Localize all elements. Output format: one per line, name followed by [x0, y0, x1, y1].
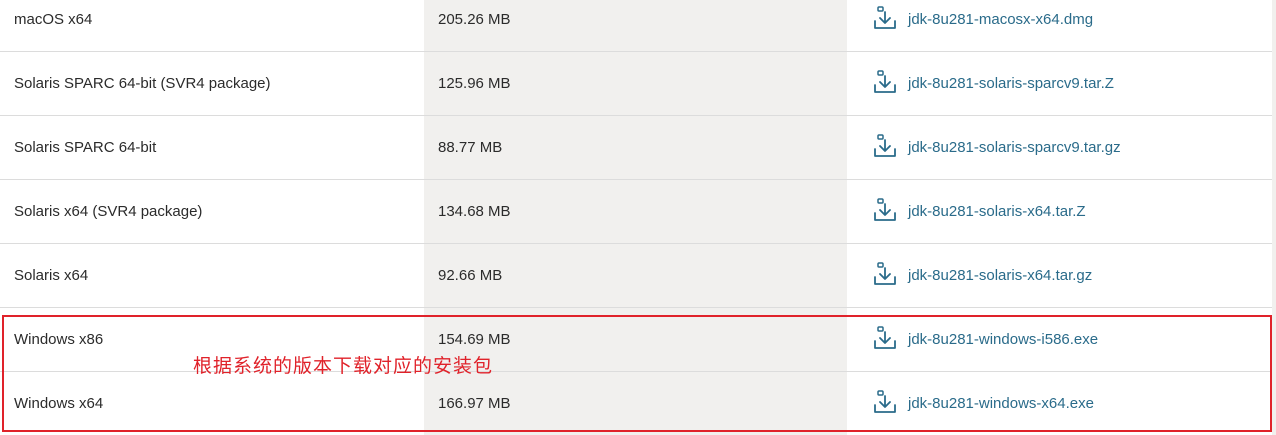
download-filename: jdk-8u281-macosx-x64.dmg — [908, 10, 1094, 28]
download-link[interactable]: jdk-8u281-solaris-x64.tar.gz — [872, 243, 1272, 307]
download-icon — [874, 262, 896, 285]
download-icon — [874, 198, 896, 221]
download-icon — [874, 390, 896, 413]
download-filename: jdk-8u281-windows-x64.exe — [908, 394, 1094, 412]
download-filename: jdk-8u281-solaris-x64.tar.gz — [908, 266, 1093, 284]
table-row: Solaris x64 (SVR4 package) 134.68 MB jdk… — [0, 179, 1272, 244]
download-link[interactable]: jdk-8u281-solaris-sparcv9.tar.Z — [872, 51, 1272, 115]
table-row: macOS x64 205.26 MB jdk-8u281-macosx-x64… — [0, 0, 1272, 52]
download-link[interactable]: jdk-8u281-windows-x64.exe — [872, 371, 1272, 435]
file-size-cell: 205.26 MB — [438, 10, 511, 28]
table-row: Solaris SPARC 64-bit (SVR4 package) 125.… — [0, 51, 1272, 116]
file-size-cell: 134.68 MB — [438, 202, 511, 220]
download-filename: jdk-8u281-solaris-sparcv9.tar.Z — [908, 74, 1114, 92]
file-size-cell: 88.77 MB — [438, 138, 503, 156]
product-cell: Solaris x64 (SVR4 package) — [14, 202, 203, 220]
download-icon — [874, 326, 896, 349]
download-filename: jdk-8u281-solaris-x64.tar.Z — [908, 202, 1086, 220]
download-filename: jdk-8u281-solaris-sparcv9.tar.gz — [908, 138, 1121, 156]
annotation-text: 根据系统的版本下载对应的安装包 — [193, 355, 494, 377]
product-cell: Solaris SPARC 64-bit (SVR4 package) — [14, 74, 271, 92]
table-row: Solaris x64 92.66 MB jdk-8u281-solaris-x… — [0, 243, 1272, 308]
download-icon — [874, 6, 896, 29]
download-filename: jdk-8u281-windows-i586.exe — [908, 330, 1099, 348]
download-link[interactable]: jdk-8u281-windows-i586.exe — [872, 307, 1272, 371]
download-icon — [874, 134, 896, 157]
download-link[interactable]: jdk-8u281-solaris-x64.tar.Z — [872, 179, 1272, 243]
product-cell: Solaris x64 — [14, 266, 89, 284]
table-row: Windows x86 154.69 MB jdk-8u281-windows-… — [0, 307, 1272, 372]
file-size-cell: 125.96 MB — [438, 74, 511, 92]
downloads-table: macOS x64 205.26 MB jdk-8u281-macosx-x64… — [0, 0, 1276, 435]
file-size-cell: 166.97 MB — [438, 394, 511, 412]
file-size-cell: 92.66 MB — [438, 266, 503, 284]
download-icon — [874, 70, 896, 93]
download-link[interactable]: jdk-8u281-solaris-sparcv9.tar.gz — [872, 115, 1272, 179]
table-row: Solaris SPARC 64-bit 88.77 MB jdk-8u281-… — [0, 115, 1272, 180]
table-right-edge — [1272, 0, 1276, 435]
product-cell: Solaris SPARC 64-bit — [14, 138, 157, 156]
download-link[interactable]: jdk-8u281-macosx-x64.dmg — [872, 0, 1272, 51]
file-size-cell: 154.69 MB — [438, 330, 511, 348]
product-cell: Windows x64 — [14, 394, 104, 412]
table-row: Windows x64 166.97 MB jdk-8u281-windows-… — [0, 371, 1272, 435]
product-cell: macOS x64 — [14, 10, 93, 28]
